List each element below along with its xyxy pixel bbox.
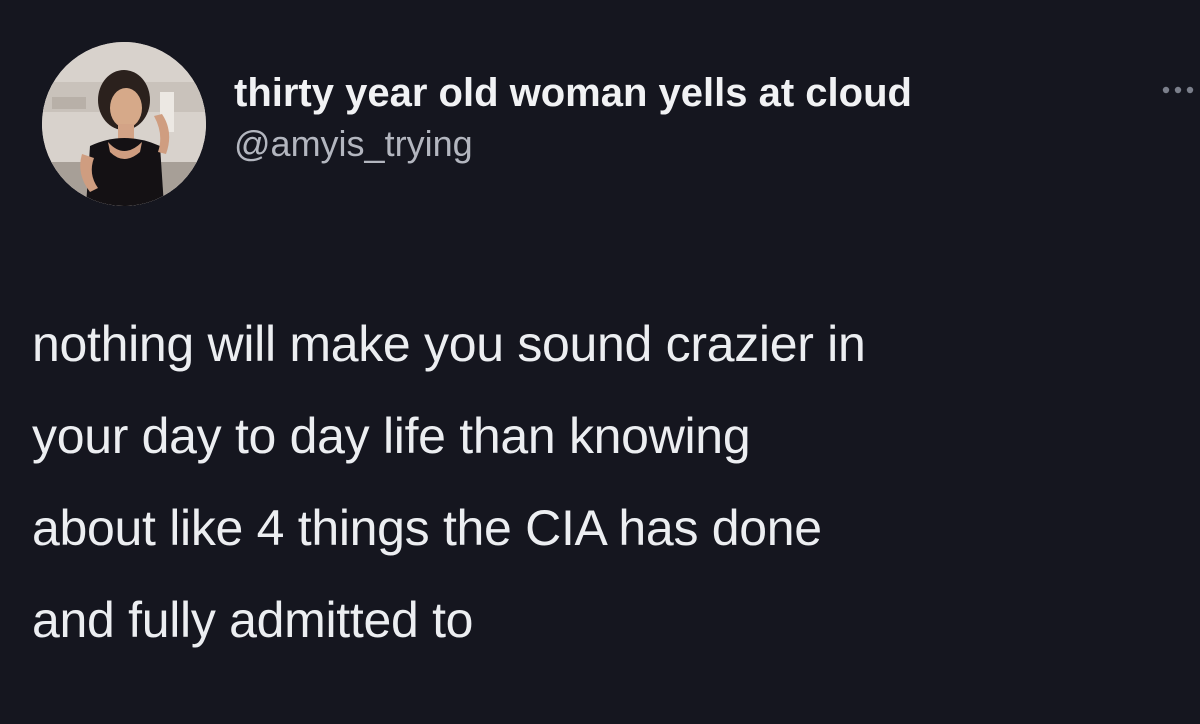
avatar-photo xyxy=(42,42,206,206)
tweet-text: nothing will make you sound crazier in y… xyxy=(32,316,866,648)
user-handle[interactable]: @amyis_trying xyxy=(234,122,912,166)
more-options-icon[interactable] xyxy=(1160,80,1200,100)
display-name[interactable]: thirty year old woman yells at cloud xyxy=(234,70,912,116)
avatar[interactable] xyxy=(42,42,206,206)
tweet-card: thirty year old woman yells at cloud @am… xyxy=(0,0,1200,724)
author-info: thirty year old woman yells at cloud @am… xyxy=(234,70,912,166)
